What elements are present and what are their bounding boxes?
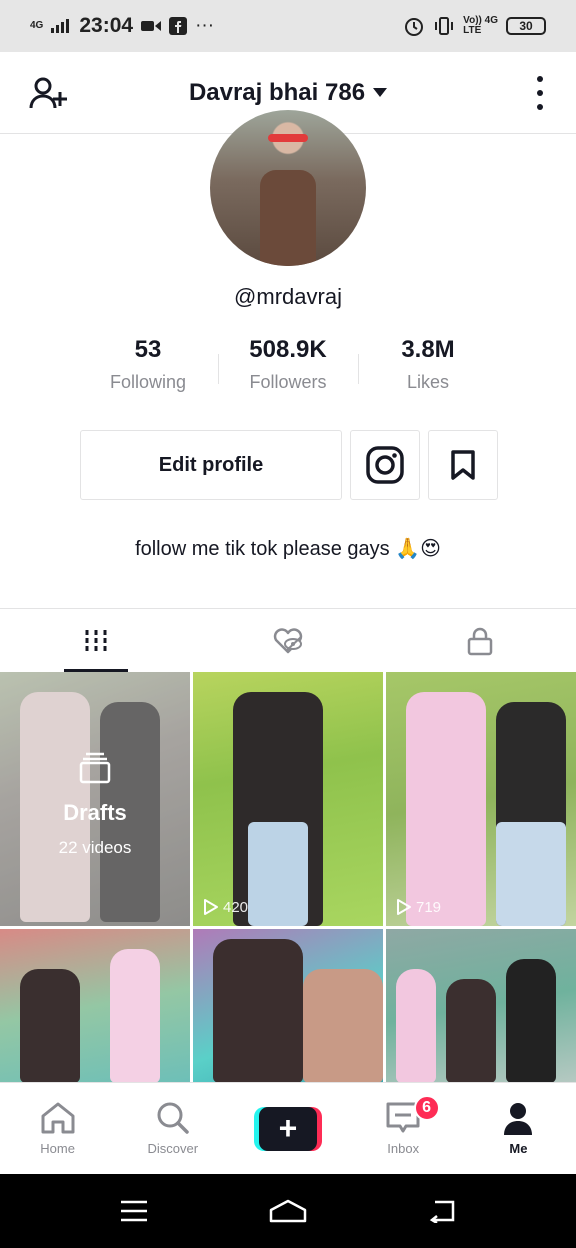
profile-bio: follow me tik tok please gays 🙏😍 xyxy=(135,538,441,560)
profile-actions: Edit profile xyxy=(80,430,498,500)
search-icon xyxy=(157,1102,189,1134)
avatar[interactable] xyxy=(210,110,366,266)
profile-handle: @mrdavraj xyxy=(234,284,342,309)
nav-home[interactable]: Home xyxy=(0,1083,115,1174)
tab-private[interactable] xyxy=(384,609,576,672)
signal-bars-icon xyxy=(51,19,70,33)
drafts-icon xyxy=(79,752,111,784)
nav-inbox[interactable]: 6 Inbox xyxy=(346,1083,461,1174)
stat-label: Followers xyxy=(249,372,327,392)
inbox-badge: 6 xyxy=(413,1095,440,1121)
stat-label: Following xyxy=(109,372,187,392)
status-bar: 4G 23:04 ··· Vo)) 4G LTE 30 xyxy=(0,0,576,52)
account-switcher[interactable]: Davraj bhai 786 xyxy=(188,78,388,107)
nav-label: Home xyxy=(40,1141,75,1156)
network-type-icon: Vo)) 4G LTE xyxy=(463,15,498,36)
profile-icon xyxy=(504,1103,533,1135)
more-options-icon[interactable] xyxy=(534,76,546,110)
video-tile[interactable]: 420 xyxy=(193,672,383,926)
home-icon xyxy=(41,1102,75,1134)
clock: 23:04 xyxy=(79,14,134,37)
nav-label: Inbox xyxy=(387,1141,420,1156)
stat-value: 53 xyxy=(134,336,162,363)
nav-label: Me xyxy=(509,1141,528,1156)
home-system-icon[interactable] xyxy=(268,1198,308,1224)
signal-icon: 4G xyxy=(30,20,44,31)
edit-profile-button[interactable]: Edit profile xyxy=(80,430,342,500)
stat-label: Likes xyxy=(406,372,450,392)
profile-tabs xyxy=(0,608,576,672)
play-icon xyxy=(397,899,411,915)
view-count: 719 xyxy=(396,898,441,916)
nav-label: Discover xyxy=(147,1141,199,1156)
liked-hidden-icon xyxy=(273,627,303,653)
chevron-down-icon xyxy=(373,88,388,97)
bottom-nav: Home Discover + 6 Inbox Me xyxy=(0,1082,576,1174)
profile-stats: 53 Following 508.9K Followers 3.8M Likes xyxy=(78,336,498,393)
nav-discover[interactable]: Discover xyxy=(115,1083,230,1174)
back-icon[interactable] xyxy=(427,1199,457,1223)
video-grid: Drafts 22 videos 420 719 xyxy=(0,672,576,1082)
page-title: Davraj bhai 786 xyxy=(188,78,366,106)
video-tile[interactable] xyxy=(0,929,190,1082)
nav-me[interactable]: Me xyxy=(461,1083,576,1174)
lock-icon xyxy=(467,627,493,655)
stat-value: 508.9K xyxy=(249,336,327,363)
view-count-value: 719 xyxy=(416,898,442,916)
view-count: 420 xyxy=(203,898,248,916)
more-notifications-icon: ··· xyxy=(195,15,215,36)
instagram-button[interactable] xyxy=(350,430,420,500)
plus-icon: + xyxy=(259,1106,317,1151)
tab-videos[interactable] xyxy=(0,609,192,672)
video-tile[interactable]: 719 xyxy=(386,672,576,926)
battery-icon: 30 xyxy=(506,17,546,35)
instagram-icon xyxy=(366,446,404,484)
alarm-icon xyxy=(405,18,424,36)
add-user-icon[interactable] xyxy=(28,74,68,114)
menu-icon[interactable] xyxy=(119,1199,149,1223)
vibrate-icon xyxy=(435,17,454,35)
system-nav-bar xyxy=(0,1174,576,1248)
favorites-button[interactable] xyxy=(428,430,498,500)
tab-liked[interactable] xyxy=(192,609,384,672)
bookmark-icon xyxy=(451,450,475,480)
nav-create[interactable]: + xyxy=(230,1083,345,1174)
view-count-value: 420 xyxy=(223,898,249,916)
drafts-overlay: Drafts 22 videos xyxy=(0,672,190,926)
create-button[interactable]: + xyxy=(254,1106,322,1151)
stat-following[interactable]: 53 Following xyxy=(78,336,218,393)
play-icon xyxy=(204,899,218,915)
stat-followers[interactable]: 508.9K Followers xyxy=(218,336,358,393)
video-camera-icon xyxy=(141,21,162,31)
drafts-title: Drafts xyxy=(63,800,127,825)
video-tile[interactable] xyxy=(386,929,576,1082)
video-tile[interactable] xyxy=(193,929,383,1082)
drafts-count: 22 videos xyxy=(58,838,132,857)
drafts-tile[interactable]: Drafts 22 videos xyxy=(0,672,190,926)
videos-grid-icon xyxy=(85,629,107,652)
stat-value: 3.8M xyxy=(401,336,455,363)
stat-likes[interactable]: 3.8M Likes xyxy=(358,336,498,393)
facebook-icon xyxy=(169,17,188,35)
